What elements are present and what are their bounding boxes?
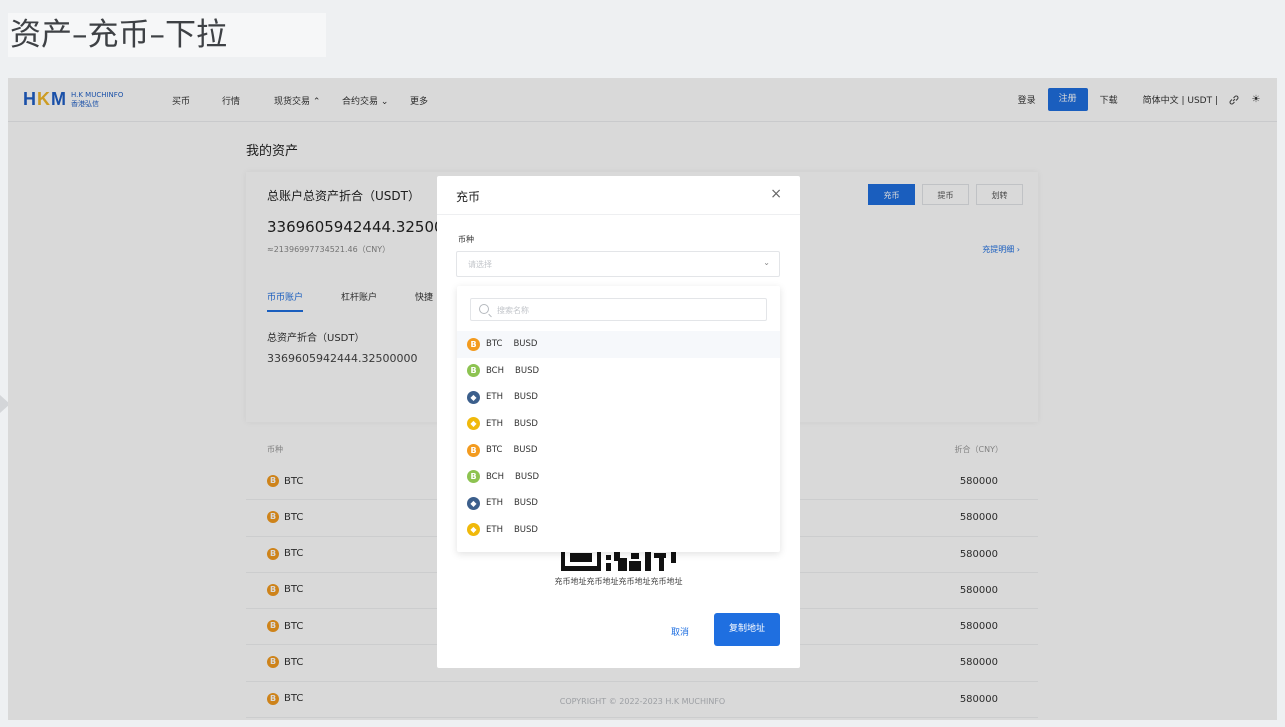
- option-pair: BUSD: [513, 524, 538, 535]
- copy-address-button[interactable]: 复制地址: [714, 613, 780, 646]
- option-coin: ETH: [486, 392, 503, 403]
- chevron-down-icon: ⌄: [763, 258, 770, 267]
- modal-header: 充币 ×: [437, 176, 800, 215]
- option-coin: BCH: [486, 365, 505, 376]
- modal-title: 充币: [456, 190, 481, 204]
- frame-title: 资产–充币–下拉: [8, 13, 326, 57]
- coin-option[interactable]: B BTC BUSD: [457, 437, 780, 464]
- coin-option[interactable]: B BTC BUSD: [457, 331, 780, 358]
- coin-select-placeholder: 请选择: [468, 260, 492, 269]
- option-pair: BUSD: [513, 418, 538, 429]
- coin-select[interactable]: 请选择 ⌄: [456, 251, 780, 277]
- coin-option[interactable]: ◆ ETH BUSD: [457, 384, 780, 411]
- coin-option[interactable]: B BCH BUSD: [457, 464, 780, 491]
- btc-coin-icon: B: [467, 337, 480, 351]
- option-pair: BUSD: [513, 392, 538, 403]
- qr-code: [561, 549, 678, 573]
- option-coin: ETH: [486, 498, 503, 509]
- option-pair: BUSD: [513, 339, 538, 350]
- coin-dropdown: 搜索名称 B BTC BUSD B BCH BUSD ◆ ETH BUSD ◆ ETH BUSD B BT…: [457, 286, 780, 552]
- option-coin: BCH: [486, 471, 505, 482]
- coin-option[interactable]: ◆ ETH BUSD: [457, 411, 780, 438]
- coin-search-placeholder: 搜索名称: [497, 306, 529, 315]
- coin-option[interactable]: B BCH BUSD: [457, 358, 780, 385]
- bch-coin-icon: B: [467, 470, 480, 484]
- close-icon[interactable]: ×: [770, 186, 782, 202]
- option-pair: BUSD: [515, 365, 540, 376]
- btc-coin-icon: B: [467, 443, 480, 457]
- app-canvas: HKM H.K MUCHINFO 香港弘信 买币 行情 现货交易 ⌃ 合约交易 …: [8, 78, 1277, 720]
- option-coin: BTC: [486, 339, 503, 350]
- coin-search-input[interactable]: 搜索名称: [470, 298, 767, 321]
- option-coin: ETH: [486, 418, 503, 429]
- coin-option[interactable]: ◆ ETH BUSD: [457, 517, 780, 544]
- deposit-address: 充币地址充币地址充币地址充币地址: [554, 577, 683, 586]
- bch-coin-icon: B: [467, 364, 480, 378]
- option-pair: BUSD: [513, 498, 538, 509]
- cancel-button[interactable]: 取消: [671, 625, 689, 638]
- coin-option[interactable]: ◆ ETH BUSD: [457, 490, 780, 517]
- option-coin: ETH: [486, 524, 503, 535]
- coin-options: B BTC BUSD B BCH BUSD ◆ ETH BUSD ◆ ETH BUSD B BTC BUSD…: [457, 331, 780, 543]
- option-pair: BUSD: [513, 445, 538, 456]
- option-coin: BTC: [486, 445, 503, 456]
- eth-coin-icon: ◆: [467, 417, 480, 431]
- eth-coin-icon: ◆: [467, 523, 480, 537]
- coin-field-label: 币种: [458, 235, 474, 244]
- search-icon: [479, 304, 489, 314]
- option-pair: BUSD: [515, 471, 540, 482]
- eth-coin-icon: ◆: [467, 390, 480, 404]
- eth-coin-icon: ◆: [467, 496, 480, 510]
